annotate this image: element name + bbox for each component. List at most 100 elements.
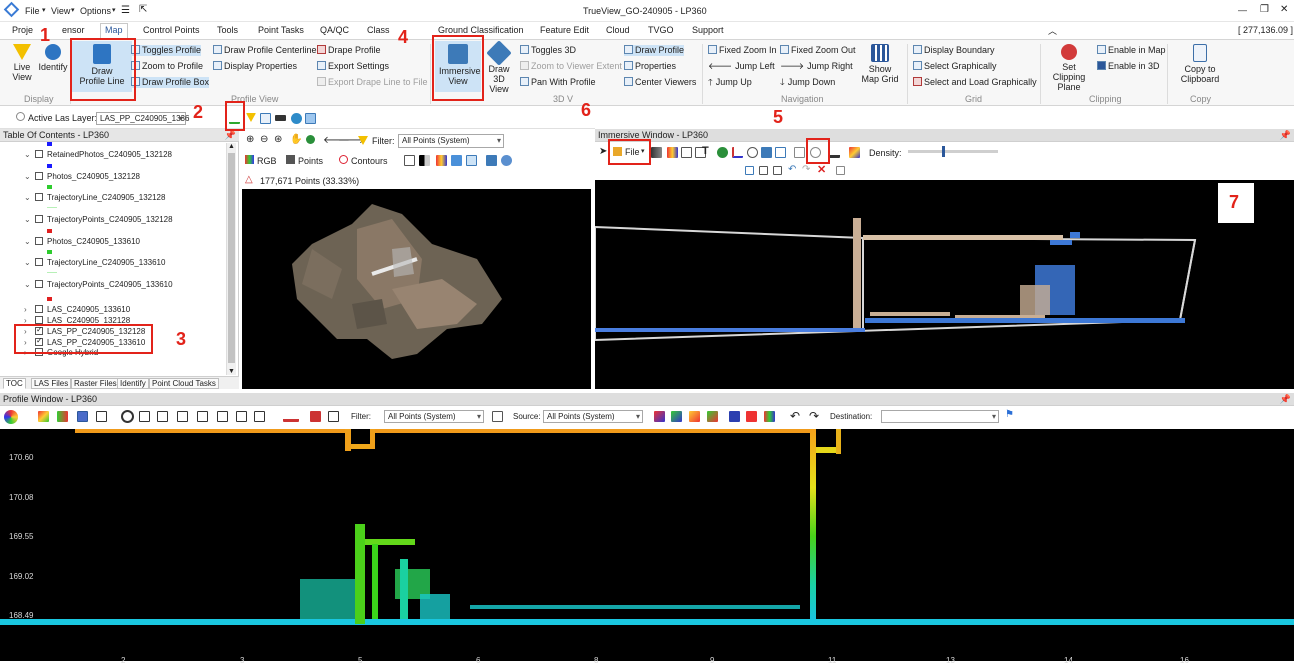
image-tool-icon[interactable] xyxy=(681,147,692,158)
jump-left-button[interactable]: 🡐 Jump Left xyxy=(708,61,775,72)
chevron-right-icon[interactable]: › xyxy=(24,348,32,357)
classify-c-tool-icon[interactable] xyxy=(689,411,700,422)
frame-b-tool-icon[interactable] xyxy=(236,411,247,422)
intensity-tool-icon[interactable] xyxy=(57,411,68,422)
ruler-tool-icon[interactable] xyxy=(829,147,840,158)
tab-point-tasks[interactable]: Point Tasks xyxy=(258,25,304,35)
layer-checkbox[interactable] xyxy=(35,150,43,158)
classify-e-tool-icon[interactable] xyxy=(729,411,740,422)
undo-icon[interactable]: ↶ xyxy=(790,409,800,423)
toc-layer-item[interactable]: ⌄ TrajectoryLine_C240905_133610 xyxy=(24,258,165,267)
menu-options[interactable]: Options xyxy=(80,6,111,16)
toc-scrollbar[interactable]: ▲ ▼ xyxy=(226,143,236,375)
profile-tool-c-icon[interactable] xyxy=(177,411,188,422)
chevron-down-icon[interactable]: ⌄ xyxy=(24,258,32,267)
set-clipping-plane-button[interactable]: Set Clipping Plane xyxy=(1043,44,1095,92)
immersive-3d-canvas[interactable] xyxy=(594,180,1294,389)
layers-tool-icon[interactable] xyxy=(761,147,772,158)
grid-tool-icon[interactable] xyxy=(77,411,88,422)
density-slider-thumb[interactable] xyxy=(942,146,945,157)
layer-checkbox[interactable] xyxy=(35,348,43,356)
tab-qaqc[interactable]: QA/QC xyxy=(320,25,349,35)
globe-icon[interactable] xyxy=(306,135,315,144)
bracket-tool-icon[interactable] xyxy=(197,411,208,422)
redo-icon[interactable]: ↷ xyxy=(802,164,810,175)
tab-cloud[interactable]: Cloud xyxy=(606,25,630,35)
tab-identify[interactable]: Identify xyxy=(117,378,149,389)
chevron-down-icon[interactable]: ⌄ xyxy=(24,237,32,246)
close-button[interactable]: ✕ xyxy=(1280,4,1288,15)
scroll-down-icon[interactable]: ▼ xyxy=(228,368,235,375)
chevron-down-icon[interactable]: ⌄ xyxy=(24,215,32,224)
contours-dropdown[interactable]: Contours xyxy=(351,156,388,166)
profile-tool-a-icon[interactable] xyxy=(139,411,150,422)
enable-in-map-button[interactable]: Enable in Map xyxy=(1097,45,1166,56)
center-viewers-button[interactable]: Center Viewers xyxy=(624,77,696,88)
fixed-zoom-out-button[interactable]: Fixed Zoom Out xyxy=(780,45,856,56)
graph-tool-icon[interactable] xyxy=(759,166,768,175)
pin-icon[interactable]: 📌 xyxy=(1280,129,1291,142)
layer-checkbox[interactable] xyxy=(35,237,43,245)
flag-icon[interactable]: ⚑ xyxy=(1005,409,1014,420)
display-properties-button[interactable]: Display Properties xyxy=(213,61,297,72)
layer-checkbox[interactable] xyxy=(35,316,43,324)
rgb-dropdown[interactable]: RGB xyxy=(257,156,277,166)
select-and-load-button[interactable]: Select and Load Graphically xyxy=(913,77,1037,88)
split-tool-icon[interactable] xyxy=(466,155,477,166)
stack-tool-icon[interactable] xyxy=(328,411,339,422)
split-view-tool-icon[interactable] xyxy=(305,113,316,124)
table-tool-icon[interactable] xyxy=(96,411,107,422)
delete-icon[interactable]: ✕ xyxy=(817,163,826,176)
toc-layer-item[interactable]: › Google Hybrid xyxy=(24,348,98,357)
tab-map[interactable]: Map xyxy=(100,23,128,39)
compare-tool-icon[interactable] xyxy=(492,411,503,422)
jump-up-button[interactable]: 🡑 Jump Up xyxy=(708,77,752,88)
select-graphically-button[interactable]: Select Graphically xyxy=(913,61,997,72)
measure-tool-icon[interactable] xyxy=(794,147,805,158)
draw-3d-view-button[interactable]: Draw 3D View xyxy=(481,40,517,94)
redo-icon[interactable]: ↷ xyxy=(809,409,819,423)
toc-layer-item[interactable]: ⌄ Photos_C240905_132128 xyxy=(24,172,140,181)
classify-g-tool-icon[interactable] xyxy=(764,411,775,422)
frame-c-tool-icon[interactable] xyxy=(254,411,265,422)
copy-tool-icon[interactable] xyxy=(775,147,786,158)
identify-button[interactable]: Identify xyxy=(37,44,69,72)
chevron-right-icon[interactable]: › xyxy=(24,316,32,325)
draw-profile-box-button[interactable]: Draw Profile Box xyxy=(131,77,210,88)
display-boundary-button[interactable]: Display Boundary xyxy=(913,45,995,56)
classify-d-tool-icon[interactable] xyxy=(707,411,718,422)
clipping-tool-icon[interactable] xyxy=(810,147,821,158)
layer-checkbox[interactable] xyxy=(35,305,43,313)
jump-right-button[interactable]: 🡒 Jump Right xyxy=(780,61,853,72)
fixed-zoom-in-button[interactable]: Fixed Zoom In xyxy=(708,45,777,56)
tab-sensor[interactable]: ensor xyxy=(62,25,85,35)
toggles-3d-button[interactable]: Toggles 3D xyxy=(520,45,576,56)
properties-button[interactable]: Properties xyxy=(624,61,676,72)
zoom-in-icon[interactable]: ⊕ xyxy=(246,134,254,145)
zoom-to-viewer-extent-button[interactable]: Zoom to Viewer Extent xyxy=(520,61,622,72)
globe-tool-icon[interactable] xyxy=(291,113,302,124)
map-filter-select[interactable]: All Points (System) xyxy=(398,134,504,148)
immersive-view-button[interactable]: Immersive View xyxy=(435,41,481,92)
frame-a-tool-icon[interactable] xyxy=(217,411,228,422)
layer-checkbox[interactable] xyxy=(35,325,43,335)
list-icon[interactable]: ☰ xyxy=(121,5,130,16)
profile-line-tool-icon[interactable] xyxy=(229,113,240,124)
layer-tool-icon[interactable] xyxy=(404,155,415,166)
contrast-tool-icon[interactable] xyxy=(419,155,430,166)
edit-tool-icon[interactable] xyxy=(486,155,497,166)
class-colors-tool-icon[interactable] xyxy=(38,411,49,422)
zoom-to-profile-button[interactable]: Zoom to Profile xyxy=(131,61,203,72)
tab-raster-files[interactable]: Raster Files xyxy=(71,378,120,389)
chevron-right-icon[interactable]: › xyxy=(24,305,32,314)
minimize-button[interactable]: — xyxy=(1238,5,1247,15)
pan-hand-icon[interactable]: ✋ xyxy=(290,134,302,145)
filter-tool-icon[interactable] xyxy=(246,113,256,122)
copy-to-clipboard-button[interactable]: Copy to Clipboard xyxy=(1172,44,1228,84)
pointer-icon[interactable]: ➤ xyxy=(599,146,607,157)
class-tool-icon[interactable] xyxy=(436,155,447,166)
layer-checkbox[interactable] xyxy=(35,215,43,223)
image-tool-icon[interactable] xyxy=(451,155,462,166)
toc-layer-item[interactable]: ⌄ Photos_C240905_133610 xyxy=(24,237,140,246)
chevron-down-icon[interactable]: ⌄ xyxy=(24,172,32,181)
